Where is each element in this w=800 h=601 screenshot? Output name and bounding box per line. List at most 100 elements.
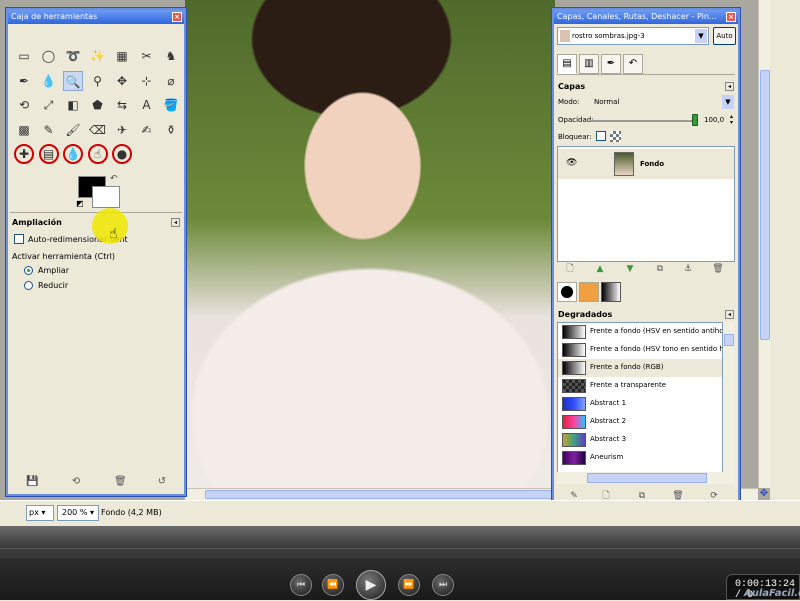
duplicate-layer-icon[interactable]: ⧉ [654,263,666,275]
dock-titlebar[interactable]: Capas, Canales, Rutas, Deshacer - Pin...… [554,10,738,24]
close-icon[interactable]: × [726,12,736,22]
zoom-in-radio[interactable] [24,266,33,275]
opacity-slider[interactable] [590,120,696,122]
gradient-list-item[interactable]: Aneurism [558,449,722,467]
scale-tool-icon[interactable]: ⤢ [39,95,59,115]
tab-channels[interactable]: ▥ [579,54,599,74]
autoresize-checkbox[interactable] [14,234,24,244]
delete-layer-icon[interactable]: 🗑 [712,263,724,275]
opacity-slider-handle[interactable] [692,114,698,126]
auto-button[interactable]: Auto [713,27,736,45]
skip-back-icon[interactable]: ⏮ [290,574,312,596]
rewind-icon[interactable]: ⏪ [322,574,344,596]
swap-colors-icon[interactable]: ↶ [110,174,118,184]
save-options-icon[interactable]: 💾 [26,476,38,488]
zoom-tool-icon[interactable]: 🔍 [63,70,83,91]
delete-options-icon[interactable]: 🗑 [114,476,127,488]
anchor-layer-icon[interactable]: ⚓ [682,263,694,275]
reset-options-icon[interactable]: ↺ [156,476,168,488]
blend-tool-icon[interactable]: ▩ [14,120,34,140]
heal-tool-icon[interactable]: ✚ [14,144,34,164]
flip-tool-icon[interactable]: ⇆ [112,95,132,115]
lock-alpha-icon[interactable] [610,131,621,142]
gradient-list-item[interactable]: Abstract 2 [558,413,722,431]
align-tool-icon[interactable]: ⊹ [137,71,157,91]
smudge-tool-icon[interactable]: ☝ [87,144,108,164]
play-button[interactable]: ▶ [356,570,386,600]
panel-menu-icon[interactable]: ◂ [171,218,180,227]
tab-paths[interactable]: ✒ [601,54,621,74]
dodge-burn-tool-icon[interactable]: ● [112,144,132,164]
zoom-select[interactable]: 200 % ▾ [57,505,99,521]
restore-options-icon[interactable]: ⟲ [70,476,82,488]
tab-gradients[interactable] [601,282,621,302]
tab-brushes[interactable] [557,282,577,302]
baby-photo-canvas[interactable] [185,0,555,488]
clone-tool-icon[interactable]: ⚱ [161,120,181,140]
rotate-tool-icon[interactable]: ⟲ [14,95,34,115]
ellipse-select-tool-icon[interactable]: ◯ [39,46,59,66]
mode-select[interactable]: Normal ▼ [590,95,734,109]
new-layer-icon[interactable]: 🗋 [564,263,576,275]
gradient-list-item[interactable]: Frente a fondo (HSV en sentido antihorar… [558,323,722,341]
tab-patterns[interactable] [579,282,599,302]
crop-tool-icon[interactable]: ⌀ [161,71,181,91]
panel-menu-icon[interactable]: ◂ [725,310,734,319]
navigate-icon[interactable]: ✥ [758,488,770,500]
eye-icon[interactable]: 👁 [566,158,577,168]
lock-pixels-checkbox[interactable] [596,131,606,141]
scissors-tool-icon[interactable]: ✂ [137,46,157,66]
paths-tool-icon[interactable]: ✒ [14,71,34,91]
background-color-swatch[interactable] [92,186,120,208]
rect-select-tool-icon[interactable]: ▭ [14,46,34,66]
move-tool-icon[interactable]: ✥ [112,71,132,91]
pencil-tool-icon[interactable]: ✎ [39,120,59,140]
tab-undo[interactable]: ↶ [623,54,643,74]
scrollbar-thumb[interactable] [724,334,734,346]
free-select-tool-icon[interactable]: ➰ [63,46,83,66]
gradient-list-item[interactable]: Abstract 3 [558,431,722,449]
opacity-value[interactable]: 100,0 [704,116,724,124]
skip-forward-icon[interactable]: ⏭ [432,574,454,596]
gradient-vertical-scrollbar[interactable] [723,322,735,472]
video-progress-bar[interactable] [0,548,800,558]
image-selector[interactable]: rostro sombras.jpg-3 [557,27,709,45]
chevron-down-icon[interactable]: ▼ [722,95,734,109]
tab-layers[interactable]: ▤ [557,54,577,74]
panel-menu-icon[interactable]: ◂ [725,82,734,91]
blur-sharpen-tool-icon[interactable]: 💧 [63,144,83,164]
toolbox-titlebar[interactable]: Caja de herramientas × [8,10,184,24]
close-icon[interactable]: × [172,12,182,22]
layer-row[interactable]: 👁 Fondo [558,149,734,179]
select-by-color-tool-icon[interactable]: ▦ [112,46,132,66]
zoom-out-radio[interactable] [24,281,33,290]
spin-arrows-icon[interactable]: ▴ ▾ [730,114,733,126]
color-picker-tool-icon[interactable]: 💧 [39,71,59,91]
default-colors-icon[interactable]: ◩ [76,199,84,208]
fuzzy-select-tool-icon[interactable]: ✨ [88,46,108,66]
fast-forward-icon[interactable]: ⏩ [398,574,420,596]
perspective-clone-tool-icon[interactable]: ▤ [38,144,59,164]
scrollbar-thumb[interactable] [587,473,707,483]
gradient-horizontal-scrollbar[interactable] [557,472,735,484]
measure-tool-icon[interactable]: ⚲ [88,71,108,91]
gradient-list-item[interactable]: Abstract 1 [558,395,722,413]
foreground-select-tool-icon[interactable]: ♞ [161,46,181,66]
raise-layer-icon[interactable]: ▲ [594,263,606,275]
text-tool-icon[interactable]: A [137,95,157,115]
paintbrush-tool-icon[interactable]: 🖌 [63,120,83,140]
unit-select[interactable]: px ▾ [26,505,54,521]
image-vertical-scrollbar[interactable] [758,0,770,488]
gradient-list-item[interactable]: Frente a fondo (HSV tono en sentido hora… [558,341,722,359]
eraser-tool-icon[interactable]: ⌫ [88,120,108,140]
gradient-list-item[interactable]: Frente a fondo (RGB) [558,359,722,377]
scrollbar-thumb[interactable] [760,70,770,340]
airbrush-tool-icon[interactable]: ✈ [112,120,132,140]
bucket-fill-tool-icon[interactable]: 🪣 [161,95,181,115]
ink-tool-icon[interactable]: ✍ [137,120,157,140]
gradient-list-item[interactable]: Frente a transparente [558,377,722,395]
lower-layer-icon[interactable]: ▼ [624,263,636,275]
shear-tool-icon[interactable]: ◧ [63,95,83,115]
chevron-down-icon[interactable]: ▼ [695,29,707,43]
perspective-tool-icon[interactable]: ⬟ [88,95,108,115]
